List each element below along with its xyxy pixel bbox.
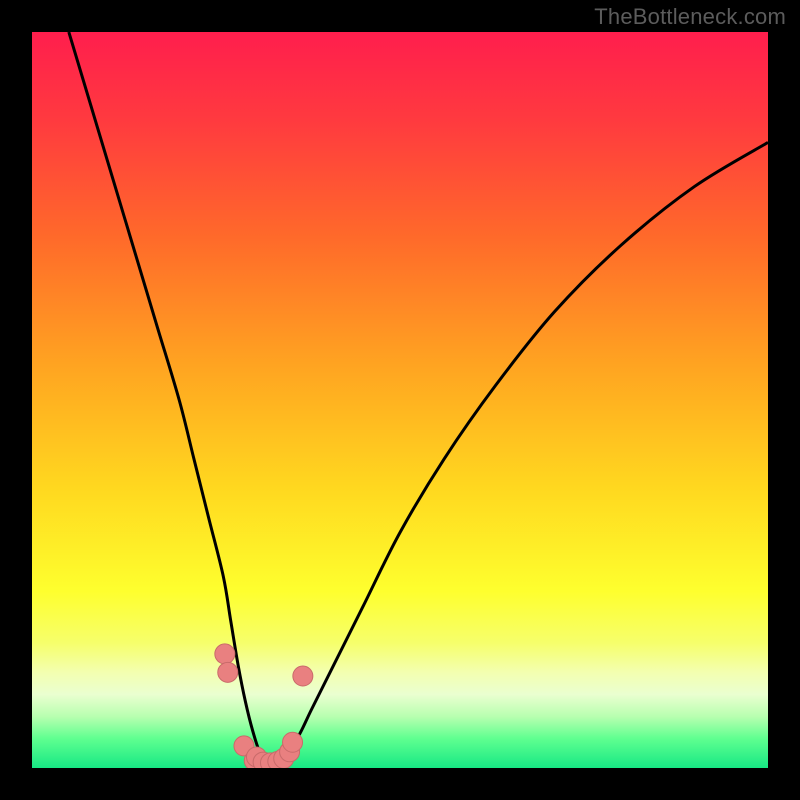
watermark: TheBottleneck.com bbox=[594, 4, 786, 30]
bottleneck-curve bbox=[69, 32, 768, 762]
marker-dot bbox=[218, 662, 238, 682]
plot-area bbox=[32, 32, 768, 768]
marker-dot bbox=[283, 732, 303, 752]
curve-layer bbox=[32, 32, 768, 768]
highlight-dots bbox=[215, 644, 313, 768]
marker-dot bbox=[293, 666, 313, 686]
marker-dot bbox=[215, 644, 235, 664]
chart-frame: TheBottleneck.com bbox=[0, 0, 800, 800]
